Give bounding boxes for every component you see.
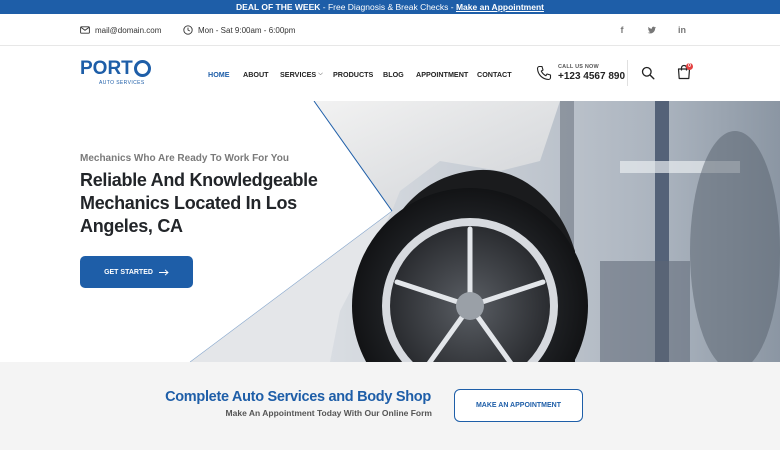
- hero-subtitle: Mechanics Who Are Ready To Work For You: [80, 153, 289, 164]
- nav-products[interactable]: PRODUCTS: [333, 70, 373, 79]
- clock-icon: [183, 25, 193, 35]
- hours-info: Mon - Sat 9:00am - 6:00pm: [183, 25, 295, 35]
- promo-bar: DEAL OF THE WEEK - Free Diagnosis & Brea…: [0, 0, 780, 14]
- cart-count-badge: 0: [686, 63, 693, 70]
- nav-services[interactable]: SERVICES ⌵: [280, 70, 323, 79]
- get-started-button[interactable]: GET STARTED: [80, 256, 193, 288]
- nav-home[interactable]: HOME: [208, 70, 230, 79]
- cta-section: Complete Auto Services and Body Shop Mak…: [0, 362, 780, 450]
- cta-title: Complete Auto Services and Body Shop: [165, 389, 431, 405]
- hero-text: Mechanics Who Are Ready To Work For You …: [80, 153, 340, 238]
- call-number: +123 4567 890: [558, 71, 626, 82]
- get-started-label: GET STARTED: [104, 268, 153, 276]
- envelope-icon: [80, 26, 90, 34]
- promo-appointment-link[interactable]: Make an Appointment: [456, 2, 544, 12]
- main-header: PORT AUTO SERVICES HOME ABOUT SERVICES ⌵ …: [0, 46, 780, 101]
- nav-contact[interactable]: CONTACT: [477, 70, 512, 79]
- promo-lead: DEAL OF THE WEEK: [236, 2, 321, 12]
- phone-icon: [536, 65, 552, 81]
- info-bar: mail@domain.com Mon - Sat 9:00am - 6:00p…: [0, 14, 780, 46]
- twitter-icon[interactable]: [646, 24, 658, 36]
- call-us[interactable]: CALL US NOW +123 4567 890: [536, 64, 625, 82]
- arrow-right-icon: [158, 268, 169, 276]
- cta-subtitle: Make An Appointment Today With Our Onlin…: [225, 408, 432, 418]
- search-icon[interactable]: [641, 66, 655, 80]
- email-text: mail@domain.com: [95, 25, 162, 35]
- logo[interactable]: PORT AUTO SERVICES: [80, 59, 151, 86]
- linkedin-icon[interactable]: in: [676, 24, 688, 36]
- facebook-icon[interactable]: f: [616, 24, 628, 36]
- logo-tagline: AUTO SERVICES: [99, 80, 145, 86]
- call-label: CALL US NOW: [558, 64, 599, 70]
- hero-title: Reliable And Knowledgeable Mechanics Loc…: [80, 170, 318, 236]
- header-divider: [627, 60, 628, 86]
- make-appointment-button[interactable]: MAKE AN APPOINTMENT: [454, 389, 583, 422]
- email-info[interactable]: mail@domain.com: [80, 25, 161, 35]
- nav-about[interactable]: ABOUT: [243, 70, 269, 79]
- hours-text: Mon - Sat 9:00am - 6:00pm: [198, 25, 296, 35]
- promo-text: - Free Diagnosis & Break Checks -: [320, 2, 456, 12]
- chevron-down-icon: ⌵: [318, 71, 323, 77]
- logo-wordmark: PORT: [80, 59, 151, 78]
- nav-blog[interactable]: BLOG: [383, 70, 404, 79]
- nav-appointment[interactable]: APPOINTMENT: [416, 70, 468, 79]
- hero-section: Mechanics Who Are Ready To Work For You …: [0, 101, 780, 362]
